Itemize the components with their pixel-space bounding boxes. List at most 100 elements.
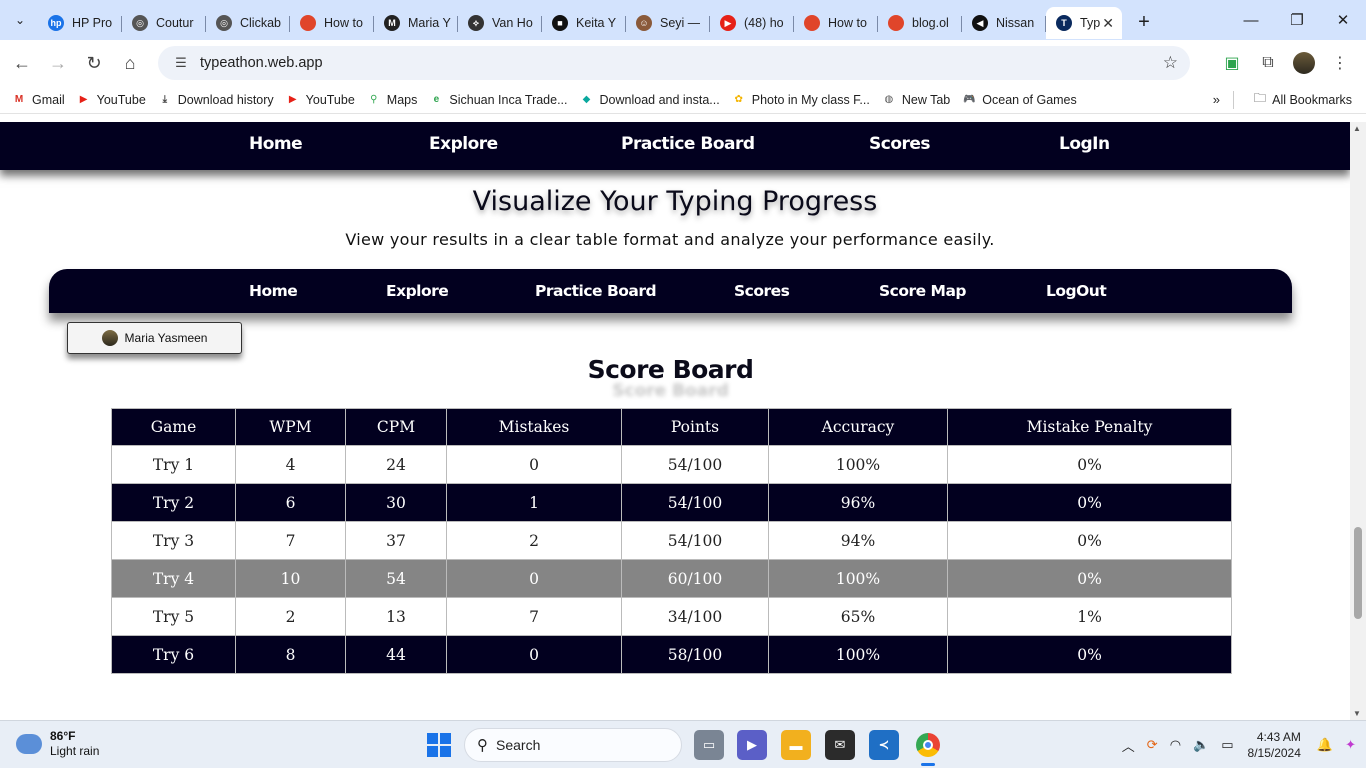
table-row: Try 2 6 30 1 54/100 96% 0% xyxy=(111,483,1232,522)
inner-nav-explore-link[interactable]: Explore xyxy=(386,282,449,300)
tab[interactable]: ▶ (48) ho xyxy=(710,7,794,39)
battery-icon[interactable]: ▭ xyxy=(1221,737,1233,753)
reload-icon[interactable]: ↻ xyxy=(76,45,112,81)
nav-explore-link[interactable]: Explore xyxy=(429,134,498,154)
cell-mistakes: 7 xyxy=(446,597,622,636)
bookmark-item[interactable]: ◆ Download and insta... xyxy=(580,93,720,107)
tab-close-icon[interactable]: ✕ xyxy=(1102,15,1114,32)
back-icon[interactable]: ← xyxy=(4,45,40,81)
cell-points: 54/100 xyxy=(621,483,769,522)
bookmark-item[interactable]: ⤓ Download history xyxy=(158,93,274,107)
volume-icon[interactable]: 🔈 xyxy=(1193,737,1209,753)
cell-wpm: 6 xyxy=(235,483,346,522)
vscode-icon[interactable]: ≺ xyxy=(869,730,899,760)
start-button[interactable] xyxy=(427,733,451,757)
nav-scores-link[interactable]: Scores xyxy=(869,134,931,154)
bookmarks-bar: M Gmail ▶ YouTube ⤓ Download history ▶ YouTube ⚲… xyxy=(0,86,1366,114)
bookmark-item[interactable]: ▶ YouTube xyxy=(286,93,355,107)
extensions-icon[interactable]: ⧉ xyxy=(1250,46,1286,80)
cell-mistakes: 2 xyxy=(446,521,622,560)
folder-icon: 🗀 xyxy=(1253,91,1267,105)
file-explorer-icon[interactable]: ▬ xyxy=(781,730,811,760)
scroll-up-icon[interactable]: ▲ xyxy=(1353,124,1361,133)
bookmark-item[interactable]: 🎮 Ocean of Games xyxy=(962,93,1077,107)
tab[interactable]: ◎ Coutur xyxy=(122,7,206,39)
bookmark-item[interactable]: ▶ YouTube xyxy=(77,93,146,107)
nav-practice-board-link[interactable]: Practice Board xyxy=(621,134,755,154)
taskbar-search[interactable]: ⚲ Search xyxy=(464,728,682,762)
tab[interactable]: ◎ Clickab xyxy=(206,7,290,39)
bookmark-favicon-icon: ▶ xyxy=(288,94,297,105)
save-to-drive-icon[interactable]: ▣ xyxy=(1214,46,1250,80)
user-profile-button[interactable]: Maria Yasmeen xyxy=(67,322,242,354)
clock-time: 4:43 AM xyxy=(1256,730,1301,744)
column-header-mistake-penalty: Mistake Penalty xyxy=(947,408,1232,446)
tab[interactable]: ◀ Nissan xyxy=(962,7,1046,39)
cell-accuracy: 100% xyxy=(768,635,948,674)
bookmark-item[interactable]: ⚲ Maps xyxy=(367,93,417,107)
weather-widget[interactable]: 86°F Light rain xyxy=(16,729,99,759)
nav-home-link[interactable]: Home xyxy=(249,134,303,154)
home-icon[interactable]: ⌂ xyxy=(112,45,148,81)
bookmark-item[interactable]: ✿ Photo in My class F... xyxy=(732,93,870,107)
chevron-up-icon[interactable]: ︿ xyxy=(1122,736,1135,755)
tab[interactable]: ☺ Seyi — xyxy=(626,7,710,39)
bookmark-favicon-icon: ✿ xyxy=(734,94,743,105)
site-info-icon[interactable]: ☰ xyxy=(166,55,196,71)
minimize-icon[interactable]: — xyxy=(1228,0,1274,40)
bookmark-favicon-icon: e xyxy=(433,94,440,105)
tab[interactable]: How to xyxy=(290,7,374,39)
clock[interactable]: 4:43 AM 8/15/2024 xyxy=(1248,729,1301,761)
bookmark-favicon-icon: ◆ xyxy=(582,94,591,105)
tab-favicon-icon xyxy=(888,15,904,31)
restore-icon[interactable]: ❐ xyxy=(1274,0,1320,40)
cell-mistake-penalty: 0% xyxy=(947,483,1232,522)
inner-nav-scores-link[interactable]: Scores xyxy=(734,282,790,300)
all-bookmarks-label: All Bookmarks xyxy=(1272,92,1352,107)
tab[interactable]: M Maria Y xyxy=(374,7,458,39)
bookmark-item[interactable]: e Sichuan Inca Trade... xyxy=(429,93,568,107)
bookmark-star-icon[interactable]: ☆ xyxy=(1163,53,1178,73)
menu-icon[interactable]: ⋮ xyxy=(1322,46,1358,80)
tab-active[interactable]: T Typ ✕ xyxy=(1046,7,1122,39)
clock-date: 8/15/2024 xyxy=(1247,746,1301,760)
scrollbar-thumb[interactable] xyxy=(1354,527,1362,619)
close-window-icon[interactable]: ✕ xyxy=(1320,0,1366,40)
sync-icon[interactable]: ⟳ xyxy=(1147,737,1158,753)
scroll-down-icon[interactable]: ▼ xyxy=(1353,709,1361,718)
all-bookmarks-button[interactable]: 🗀 All Bookmarks xyxy=(1254,89,1352,110)
notification-bell-icon[interactable]: 🔔 xyxy=(1317,737,1333,753)
address-bar[interactable]: ☰ typeathon.web.app ☆ xyxy=(158,46,1190,80)
task-view-icon[interactable]: ▭ xyxy=(694,730,724,760)
tab-strip: ⌄ hp HP Pro ◎ Coutur ◎ Clickab How to M Maria Y ⟡… xyxy=(0,0,1366,40)
tab[interactable]: ■ Keita Y xyxy=(542,7,626,39)
tab-favicon-icon xyxy=(804,15,820,31)
new-tab-button[interactable]: + xyxy=(1130,8,1158,36)
column-header-mistakes: Mistakes xyxy=(446,408,622,446)
wifi-icon[interactable]: ◠ xyxy=(1170,737,1181,753)
url-text[interactable]: typeathon.web.app xyxy=(200,55,323,71)
inner-nav-logout-link[interactable]: LogOut xyxy=(1046,282,1107,300)
teams-icon[interactable]: ▶ xyxy=(737,730,767,760)
copilot-icon[interactable]: ✦ xyxy=(1345,737,1356,753)
profile-avatar[interactable] xyxy=(1293,52,1315,74)
cell-game: Try 3 xyxy=(111,521,236,560)
bookmark-item[interactable]: M Gmail xyxy=(12,93,65,107)
mail-icon[interactable]: ✉ xyxy=(825,730,855,760)
tab[interactable]: hp HP Pro xyxy=(38,7,122,39)
bookmark-label: YouTube xyxy=(305,92,355,107)
bookmark-item[interactable]: ◍ New Tab xyxy=(882,93,950,107)
bookmarks-overflow-icon[interactable]: » xyxy=(1213,92,1220,107)
tab[interactable]: ⟡ Van Ho xyxy=(458,7,542,39)
inner-nav-practice-board-link[interactable]: Practice Board xyxy=(535,282,657,300)
tab-title: Coutur xyxy=(156,16,194,30)
tab[interactable]: How to xyxy=(794,7,878,39)
chrome-icon[interactable] xyxy=(913,730,943,766)
page-scrollbar[interactable]: ▲ ▼ xyxy=(1350,122,1366,720)
tab-search-button[interactable]: ⌄ xyxy=(8,8,32,32)
inner-nav-score-map-link[interactable]: Score Map xyxy=(879,282,967,300)
inner-nav-home-link[interactable]: Home xyxy=(249,282,298,300)
nav-login-link[interactable]: LogIn xyxy=(1059,134,1110,154)
forward-icon[interactable]: → xyxy=(40,45,76,81)
tab[interactable]: blog.ol xyxy=(878,7,962,39)
